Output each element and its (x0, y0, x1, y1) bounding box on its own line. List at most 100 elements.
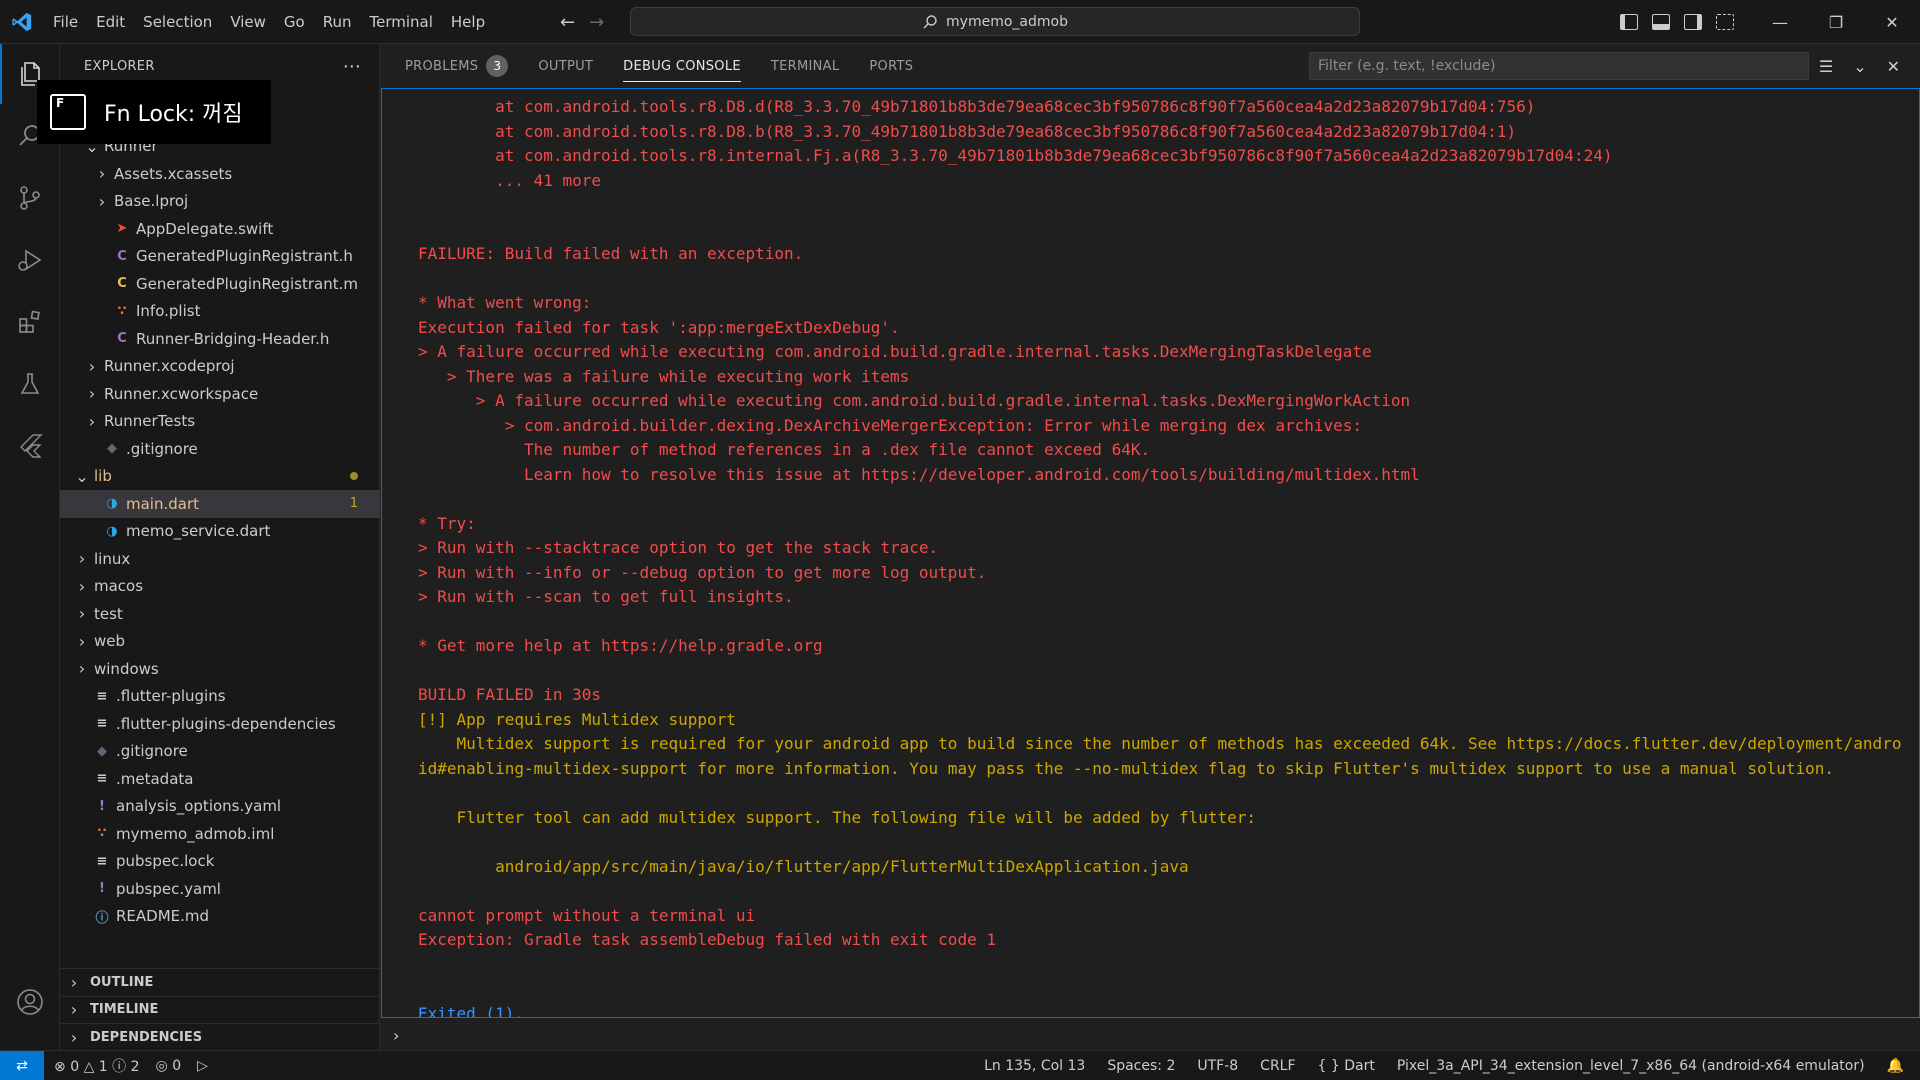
console-line: Multidex support is required for your an… (418, 734, 1902, 753)
menu-edit[interactable]: Edit (87, 0, 134, 44)
tree-file[interactable]: C Runner-Bridging-Header.h (60, 325, 380, 353)
console-line: ... 41 more (418, 170, 602, 190)
tree-folder[interactable]: › Runner.xcodeproj (60, 353, 380, 381)
tree-folder[interactable]: ⌄ lib (60, 463, 380, 491)
extensions-icon[interactable] (0, 292, 60, 352)
xml-file-icon: ∵ (97, 826, 107, 842)
chevron-down-icon[interactable]: ⌄ (1853, 57, 1866, 76)
chevron-right-icon: › (70, 1027, 78, 1047)
menu-go[interactable]: Go (275, 0, 314, 44)
tree-file[interactable]: ◆ .gitignore (60, 738, 380, 766)
tree-item-label: pubspec.lock (116, 852, 215, 871)
minimize-icon[interactable]: — (1752, 0, 1808, 44)
console-line: Exited (1). (418, 1003, 524, 1018)
menu-view[interactable]: View (221, 0, 275, 44)
tree-folder[interactable]: › linux (60, 545, 380, 573)
git-file-icon: ◆ (107, 441, 117, 457)
cursor-position[interactable]: Ln 135, Col 13 (984, 1058, 1085, 1074)
command-center-label: mymemo_admob (946, 13, 1068, 30)
tree-folder[interactable]: › Assets.xcassets (60, 160, 380, 188)
menu-selection[interactable]: Selection (134, 0, 221, 44)
tree-folder[interactable]: › macos (60, 573, 380, 601)
indentation[interactable]: Spaces: 2 (1107, 1058, 1175, 1074)
remote-indicator-icon[interactable]: ⇄ (0, 1050, 44, 1080)
tree-file[interactable]: ◑ main.dart 1 (60, 490, 380, 518)
tree-file[interactable]: C GeneratedPluginRegistrant.m (60, 270, 380, 298)
tree-file[interactable]: ≡ .flutter-plugins (60, 683, 380, 711)
tree-item-label: macos (94, 577, 144, 596)
tree-file[interactable]: ! pubspec.yaml (60, 875, 380, 903)
tree-file[interactable]: ◑ memo_service.dart (60, 518, 380, 546)
debug-status-icon[interactable]: ▷ (197, 1058, 208, 1074)
tree-folder[interactable]: › windows (60, 655, 380, 683)
encoding[interactable]: UTF-8 (1197, 1058, 1238, 1074)
tree-folder[interactable]: › Base.lproj (60, 188, 380, 216)
command-center[interactable]: mymemo_admob (630, 7, 1360, 36)
tree-folder[interactable]: › web (60, 628, 380, 656)
language-mode[interactable]: { } Dart (1318, 1058, 1375, 1074)
tree-folder[interactable]: › Runner.xcworkspace (60, 380, 380, 408)
tree-file[interactable]: ≡ .flutter-plugins-dependencies (60, 710, 380, 738)
source-control-icon[interactable] (0, 168, 60, 228)
line-ending[interactable]: CRLF (1260, 1058, 1295, 1074)
tree-item-label: Runner.xcworkspace (104, 384, 259, 403)
toggle-primary-sidebar-icon[interactable] (1620, 14, 1638, 30)
tree-file[interactable]: ➤ AppDelegate.swift (60, 215, 380, 243)
menu-terminal[interactable]: Terminal (361, 0, 442, 44)
tree-file[interactable]: ∵ Info.plist (60, 298, 380, 326)
testing-icon[interactable] (0, 354, 60, 414)
more-actions-icon[interactable]: ⋯ (343, 56, 361, 77)
device-selector[interactable]: Pixel_3a_API_34_extension_level_7_x86_64… (1397, 1058, 1865, 1074)
menu-run[interactable]: Run (314, 0, 361, 44)
console-input[interactable]: › (381, 1020, 1920, 1050)
tab-output[interactable]: OUTPUT (538, 44, 593, 88)
tab-problems[interactable]: PROBLEMS 3 (405, 44, 509, 88)
notifications-icon[interactable]: 🔔 (1887, 1058, 1904, 1074)
console-line: > A failure occurred while executing com… (418, 391, 1411, 410)
tree-file[interactable]: ! analysis_options.yaml (60, 793, 380, 821)
debug-console-output[interactable]: at com.android.tools.r8.D8.d(R8_3.3.70_4… (381, 88, 1920, 1018)
section-outline[interactable]: › OUTLINE (60, 968, 380, 996)
section-timeline[interactable]: › TIMELINE (60, 995, 380, 1024)
tree-file[interactable]: ≡ .metadata (60, 765, 380, 793)
close-icon[interactable]: ✕ (1864, 0, 1920, 44)
chevron-right-icon: › (78, 604, 86, 624)
toggle-panel-icon[interactable] (1652, 14, 1670, 30)
tree-file[interactable]: ∵ mymemo_admob.iml (60, 820, 380, 848)
warning-icon: △ (83, 1058, 95, 1075)
toggle-secondary-sidebar-icon[interactable] (1684, 14, 1702, 30)
navigation-arrows: ← → (560, 0, 604, 44)
tree-file[interactable]: ◆ .gitignore (60, 435, 380, 463)
restore-icon[interactable]: ❐ (1808, 0, 1864, 44)
ports-status[interactable]: ◎ 0 (156, 1058, 182, 1074)
menu-help[interactable]: Help (442, 0, 494, 44)
flutter-icon[interactable] (0, 416, 60, 476)
tree-file[interactable]: ≡ pubspec.lock (60, 848, 380, 876)
back-arrow-icon[interactable]: ← (560, 12, 575, 33)
tab-debug-console[interactable]: DEBUG CONSOLE (623, 44, 741, 88)
close-panel-icon[interactable]: ✕ (1887, 57, 1900, 76)
tree-item-label: test (94, 604, 123, 623)
tree-file[interactable]: C GeneratedPluginRegistrant.h (60, 243, 380, 271)
run-and-debug-icon[interactable] (0, 230, 60, 290)
problems-status[interactable]: ⊗ 0 △ 1 ⓘ 2 (54, 1056, 140, 1076)
tree-folder[interactable]: › RunnerTests (60, 408, 380, 436)
tree-folder[interactable]: › test (60, 600, 380, 628)
customize-layout-icon[interactable] (1716, 14, 1734, 30)
menu-file[interactable]: File (44, 0, 87, 44)
console-line: > A failure occurred while executing com… (418, 342, 1372, 361)
section-label: DEPENDENCIES (90, 1029, 203, 1045)
forward-arrow-icon[interactable]: → (589, 12, 604, 33)
tab-terminal[interactable]: TERMINAL (771, 44, 840, 88)
clear-console-icon[interactable]: ☰ (1819, 57, 1833, 76)
console-line: at com.android.tools.r8.internal.Fj.a(R8… (418, 146, 1613, 165)
section-dependencies[interactable]: › DEPENDENCIES (60, 1023, 380, 1051)
console-filter-input[interactable]: Filter (e.g. text, !exclude) (1309, 52, 1809, 80)
tab-ports[interactable]: PORTS (869, 44, 913, 88)
tree-file[interactable]: ⓘ README.md (60, 903, 380, 931)
accounts-icon[interactable] (0, 972, 60, 1032)
